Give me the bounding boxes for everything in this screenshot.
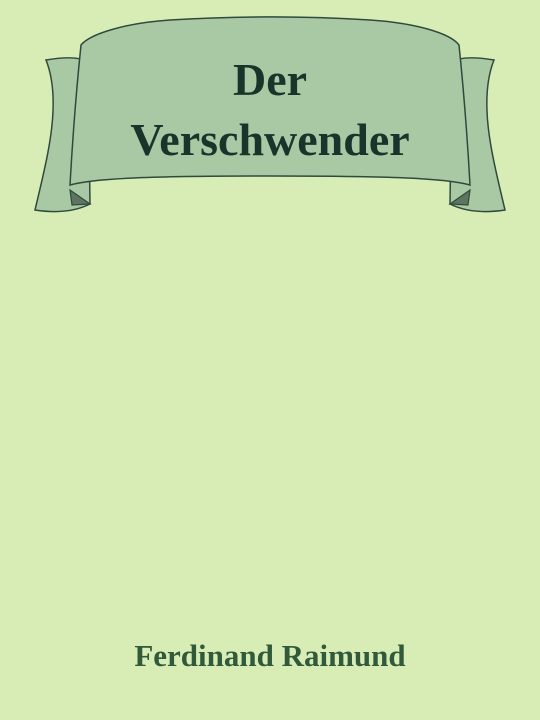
book-title-line-2: Verschwender: [130, 114, 410, 165]
book-author: Ferdinand Raimund: [134, 638, 406, 673]
book-title-line-1: Der: [232, 54, 308, 105]
book-cover: Der Verschwender Ferdinand Raimund: [0, 0, 540, 720]
